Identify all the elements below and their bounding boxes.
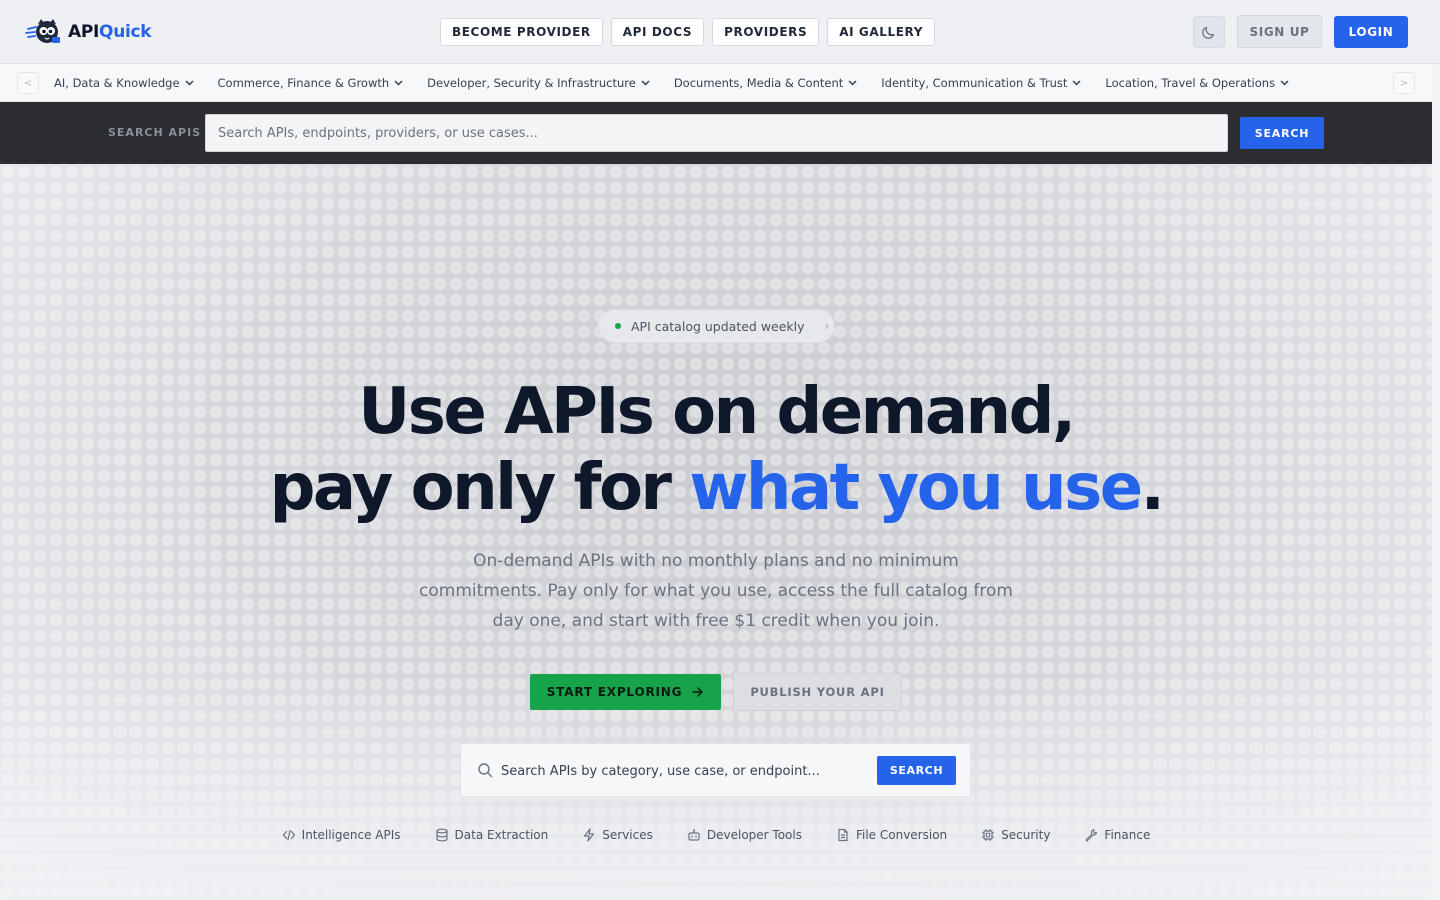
hero-subheading: On-demand APIs with no monthly plans and… [419,551,1013,631]
global-search-bar: SEARCH APIS SEARCH [0,102,1432,164]
quicklink-finance[interactable]: Finance [1084,828,1150,842]
category-bar: < AI, Data & Knowledge Commerce, Finance… [0,64,1432,102]
hero-search-button[interactable]: SEARCH [877,756,956,785]
robot-icon [688,829,700,841]
sign-up-button[interactable]: SIGN UP [1237,15,1322,48]
brand-logo-link[interactable]: APIQuick [24,17,152,47]
arrow-right-icon [692,687,703,697]
login-button[interactable]: LOGIN [1334,16,1408,48]
code-icon [282,829,295,841]
chevron-down-icon [1280,80,1289,86]
publish-your-api-button[interactable]: PUBLISH YOUR API [733,673,902,711]
start-exploring-label: START EXPLORING [546,685,683,699]
catalog-update-badge[interactable]: API catalog updated weekly › [598,309,835,343]
quicklink-label: Data Extraction [454,828,549,842]
badge-text: API catalog updated weekly [631,318,805,334]
search-icon [478,763,493,778]
chevron-down-icon [394,80,403,86]
category-commerce-finance-growth[interactable]: Commerce, Finance & Growth [218,76,404,90]
wrench-icon [1085,828,1098,842]
quicklink-data-extraction[interactable]: Data Extraction [435,828,549,842]
quicklink-developer-tools[interactable]: Developer Tools [687,828,802,842]
lightning-icon [584,828,595,842]
global-search-input[interactable] [205,114,1228,152]
mascot-logo-icon [25,19,60,43]
quicklink-label: Security [1001,828,1051,842]
headline-line-2-suffix: . [1140,451,1165,525]
top-header: APIQuick BECOME PROVIDER API DOCS PROVID… [0,0,1440,64]
file-icon [838,828,848,842]
category-list: AI, Data & Knowledge Commerce, Finance &… [54,64,1313,102]
quicklink-label: Finance [1104,828,1151,842]
headline-line-2-prefix: pay only for [269,451,690,525]
chevron-down-icon [1072,80,1081,86]
category-location-travel-operations[interactable]: Location, Travel & Operations [1105,76,1289,90]
providers-button[interactable]: PROVIDERS [712,18,820,46]
status-dot-icon [615,323,621,329]
category-documents-media-content[interactable]: Documents, Media & Content [674,76,857,90]
category-label: Developer, Security & Infrastructure [427,76,636,90]
quicklink-intelligence-apis[interactable]: Intelligence APIs [282,828,401,842]
start-exploring-button[interactable]: START EXPLORING [530,674,721,710]
hero-search-input[interactable] [501,756,861,786]
api-docs-button[interactable]: API DOCS [610,18,705,46]
chevron-down-icon [185,80,194,86]
category-label: Location, Travel & Operations [1105,76,1276,90]
category-scroll-right-button[interactable]: > [1393,72,1415,94]
category-label: Identity, Communication & Trust [881,76,1068,90]
page-scrollbar[interactable] [1432,64,1440,900]
database-icon [435,828,448,842]
search-apis-label: SEARCH APIS [108,126,202,139]
quicklink-label: Intelligence APIs [301,828,401,842]
category-developer-security-infrastructure[interactable]: Developer, Security & Infrastructure [427,76,650,90]
quicklink-file-conversion[interactable]: File Conversion [836,828,947,842]
category-label: Commerce, Finance & Growth [217,76,390,90]
chevron-down-icon [848,80,857,86]
theme-toggle-button[interactable] [1193,16,1225,48]
hero-search-box: SEARCH [460,743,971,797]
category-label: Documents, Media & Content [673,76,844,90]
chevron-right-icon: › [824,319,830,333]
quicklink-label: Developer Tools [706,828,802,842]
become-provider-button[interactable]: BECOME PROVIDER [440,18,603,46]
headline-accent: what you use [689,451,1143,525]
quick-category-links: Intelligence APIs Data Extraction Servic… [0,828,1432,842]
quicklink-label: File Conversion [855,828,948,842]
global-search-button[interactable]: SEARCH [1240,117,1324,149]
category-identity-communication-trust[interactable]: Identity, Communication & Trust [881,76,1081,90]
brand-name: APIQuick [68,22,152,42]
quicklink-label: Services [602,828,653,842]
category-label: AI, Data & Knowledge [54,76,180,90]
hero-section: API catalog updated weekly › Use APIs on… [0,164,1432,900]
ai-gallery-button[interactable]: AI GALLERY [827,18,936,46]
chevron-down-icon [641,80,650,86]
chip-icon [982,829,995,841]
quicklink-security[interactable]: Security [981,828,1050,842]
hero-headline: Use APIs on demand, pay only for what yo… [0,374,1432,526]
category-ai-data-knowledge[interactable]: AI, Data & Knowledge [54,76,194,90]
headline-line-1: Use APIs on demand, [358,375,1076,449]
moon-icon [1202,26,1215,39]
top-navigation: BECOME PROVIDER API DOCS PROVIDERS AI GA… [440,18,936,46]
category-scroll-left-button[interactable]: < [17,72,39,94]
quicklink-services[interactable]: Services [582,828,653,842]
